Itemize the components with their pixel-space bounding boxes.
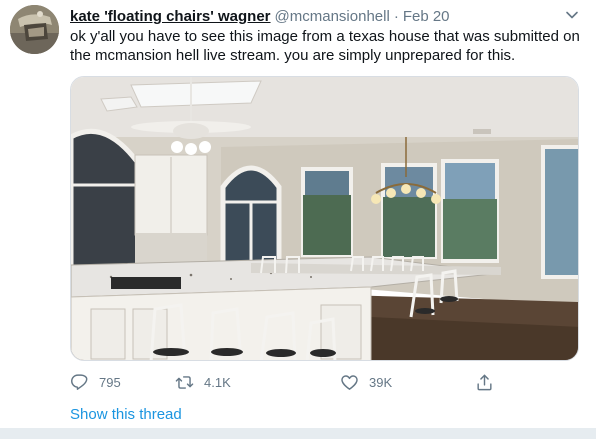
heart-icon (341, 374, 358, 390)
avatar[interactable] (10, 5, 59, 54)
avatar-image (10, 5, 59, 54)
reply-count: 795 (99, 374, 121, 390)
share-button[interactable] (475, 371, 504, 393)
more-options-button[interactable] (563, 6, 581, 24)
retweet-button[interactable]: 4.1K (175, 371, 231, 393)
reply-button[interactable]: 795 (70, 371, 121, 393)
tweet-actions: 795 4.1K 39K (70, 371, 500, 393)
tweet-header: kate 'floating chairs' wagner @mcmansionh… (70, 7, 450, 27)
separator-dot: · (393, 8, 399, 25)
tweet-photo[interactable] (70, 76, 579, 361)
tweet[interactable]: kate 'floating chairs' wagner @mcmansionh… (0, 0, 596, 439)
like-count: 39K (369, 374, 393, 390)
tweet-text: ok y'all you have to see this image from… (70, 28, 580, 64)
like-button[interactable]: 39K (340, 371, 392, 393)
user-handle[interactable]: @mcmansionhell (275, 8, 390, 25)
retweet-count: 4.1K (204, 374, 231, 390)
share-icon (477, 374, 492, 390)
retweet-icon (175, 375, 194, 389)
tweet-date[interactable]: Feb 20 (403, 8, 450, 25)
photo-kitchen-image (71, 77, 578, 360)
show-thread-link[interactable]: Show this thread (70, 406, 182, 424)
reply-icon (71, 373, 88, 390)
chevron-down-icon (566, 11, 578, 19)
timeline-divider (0, 428, 596, 439)
display-name[interactable]: kate 'floating chairs' wagner (70, 8, 271, 25)
